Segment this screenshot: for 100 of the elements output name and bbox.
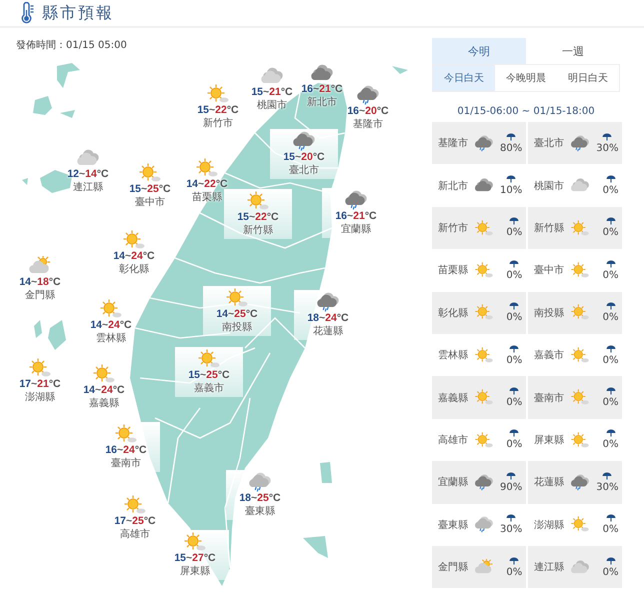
city-name: 新竹市 bbox=[203, 116, 233, 130]
rain-probability: 80% bbox=[500, 142, 522, 154]
sun-icon bbox=[474, 304, 494, 322]
period-tab[interactable]: 今日白天 bbox=[433, 65, 495, 91]
city-name: 金門縣 bbox=[25, 289, 55, 302]
umbrella-icon bbox=[606, 344, 616, 353]
umbrella-icon bbox=[509, 556, 520, 565]
rain-probability: 0% bbox=[602, 185, 618, 196]
temperature-range: 16~20°C bbox=[347, 105, 389, 117]
city-name: 臺中市 bbox=[534, 264, 564, 278]
sun-icon bbox=[246, 191, 270, 211]
cloud-icon bbox=[76, 148, 100, 168]
sun-cloud-icon bbox=[28, 256, 52, 276]
temperature-range: 15~21°C bbox=[251, 86, 293, 98]
rain-probability: 30% bbox=[596, 482, 618, 493]
sun-icon bbox=[570, 262, 590, 279]
temperature-range: 14~24°C bbox=[113, 250, 155, 262]
city-name: 南投縣 bbox=[222, 320, 252, 334]
city-name: 新竹市 bbox=[438, 222, 468, 235]
sun-icon bbox=[474, 346, 494, 364]
temperature-range: 15~27°C bbox=[174, 552, 216, 564]
sun-icon bbox=[99, 299, 123, 319]
umbrella-icon bbox=[509, 429, 520, 438]
city-name: 臺東縣 bbox=[245, 504, 275, 518]
island-drawing bbox=[303, 536, 328, 558]
cloud-icon bbox=[474, 177, 494, 194]
rain-probability: 0% bbox=[506, 227, 522, 238]
umbrella-icon bbox=[509, 260, 520, 268]
rain-probability: 90% bbox=[500, 482, 522, 493]
city-name: 基隆市 bbox=[353, 118, 383, 131]
rain-probability: 30% bbox=[596, 142, 618, 154]
umbrella-icon bbox=[509, 217, 520, 226]
sun-icon bbox=[570, 516, 590, 534]
temperature-range: 14~25°C bbox=[216, 308, 258, 320]
city-name: 雲林縣 bbox=[96, 332, 126, 345]
forecast-tab[interactable]: 今明 bbox=[432, 38, 526, 64]
umbrella-icon bbox=[509, 344, 520, 353]
temperature-range: 15~20°C bbox=[283, 151, 325, 163]
rain-probability: 0% bbox=[602, 524, 618, 536]
cloud-icon bbox=[570, 558, 590, 576]
umbrella-icon bbox=[506, 472, 516, 480]
city-name: 臺中市 bbox=[135, 196, 165, 209]
temperature-range: 16~24°C bbox=[105, 444, 147, 456]
city-name: 宜蘭縣 bbox=[341, 222, 371, 236]
island-drawing bbox=[57, 63, 80, 88]
sun-icon bbox=[474, 432, 494, 448]
city-name: 臺南市 bbox=[111, 456, 141, 470]
temperature-range: 14~18°C bbox=[19, 276, 61, 288]
rain-cloud-icon bbox=[248, 472, 272, 492]
city-name: 嘉義縣 bbox=[89, 396, 119, 410]
rain-cloud-icon bbox=[570, 474, 590, 491]
island-drawing bbox=[60, 110, 75, 118]
city-name: 高雄市 bbox=[438, 434, 468, 447]
sun-icon bbox=[474, 262, 494, 279]
sun-icon bbox=[570, 389, 590, 406]
city-name: 嘉義市 bbox=[194, 382, 224, 395]
temperature-range: 18~24°C bbox=[307, 312, 349, 324]
city-name: 連江縣 bbox=[73, 180, 103, 194]
temperature-range: 17~25°C bbox=[114, 515, 156, 527]
city-name: 臺東縣 bbox=[438, 518, 468, 532]
city-name: 金門縣 bbox=[438, 561, 468, 574]
island-drawing bbox=[48, 320, 66, 350]
city-name: 新北市 bbox=[307, 96, 337, 109]
sun-icon bbox=[138, 163, 162, 183]
sun-icon bbox=[570, 220, 590, 236]
rain-cloud-icon bbox=[344, 190, 368, 210]
sun-icon bbox=[206, 84, 230, 104]
city-name: 屏東縣 bbox=[180, 564, 210, 578]
city-name: 新竹縣 bbox=[243, 224, 273, 237]
island-drawing bbox=[22, 178, 28, 185]
temperature-range: 15~25°C bbox=[188, 369, 230, 381]
umbrella-icon bbox=[506, 175, 516, 184]
umbrella-icon bbox=[606, 175, 616, 184]
sun-icon bbox=[122, 230, 146, 250]
umbrella-icon bbox=[606, 556, 616, 565]
temperature-range: 17~21°C bbox=[19, 378, 61, 390]
city-name: 花蓮縣 bbox=[534, 476, 564, 490]
sun-icon bbox=[195, 158, 219, 178]
sun-icon bbox=[92, 364, 116, 384]
temperature-range: 15~22°C bbox=[197, 104, 239, 116]
rain-probability: 0% bbox=[602, 270, 618, 281]
rain-probability: 0% bbox=[506, 397, 522, 408]
city-name: 澎湖縣 bbox=[534, 518, 564, 532]
rain-probability: 10% bbox=[500, 185, 522, 196]
umbrella-icon bbox=[506, 132, 516, 141]
island-drawing bbox=[320, 462, 332, 483]
sun-cloud-icon bbox=[474, 558, 494, 576]
rain-probability: 0% bbox=[506, 354, 522, 366]
time-range: 01/15-06:00 ~ 01/15-18:00 bbox=[456, 105, 596, 119]
sun-icon bbox=[225, 288, 249, 308]
city-name: 雲林縣 bbox=[438, 348, 468, 362]
rain-probability: 30% bbox=[500, 524, 522, 536]
city-name: 新北市 bbox=[438, 180, 468, 193]
rain-probability: 0% bbox=[602, 566, 618, 578]
rain-cloud-icon bbox=[474, 516, 494, 534]
rain-probability: 0% bbox=[602, 227, 618, 238]
sun-icon bbox=[570, 304, 590, 322]
issue-time: 發佈時間：01/15 05:00 bbox=[15, 38, 128, 50]
umbrella-icon bbox=[506, 514, 516, 522]
rain-probability: 0% bbox=[602, 312, 618, 324]
